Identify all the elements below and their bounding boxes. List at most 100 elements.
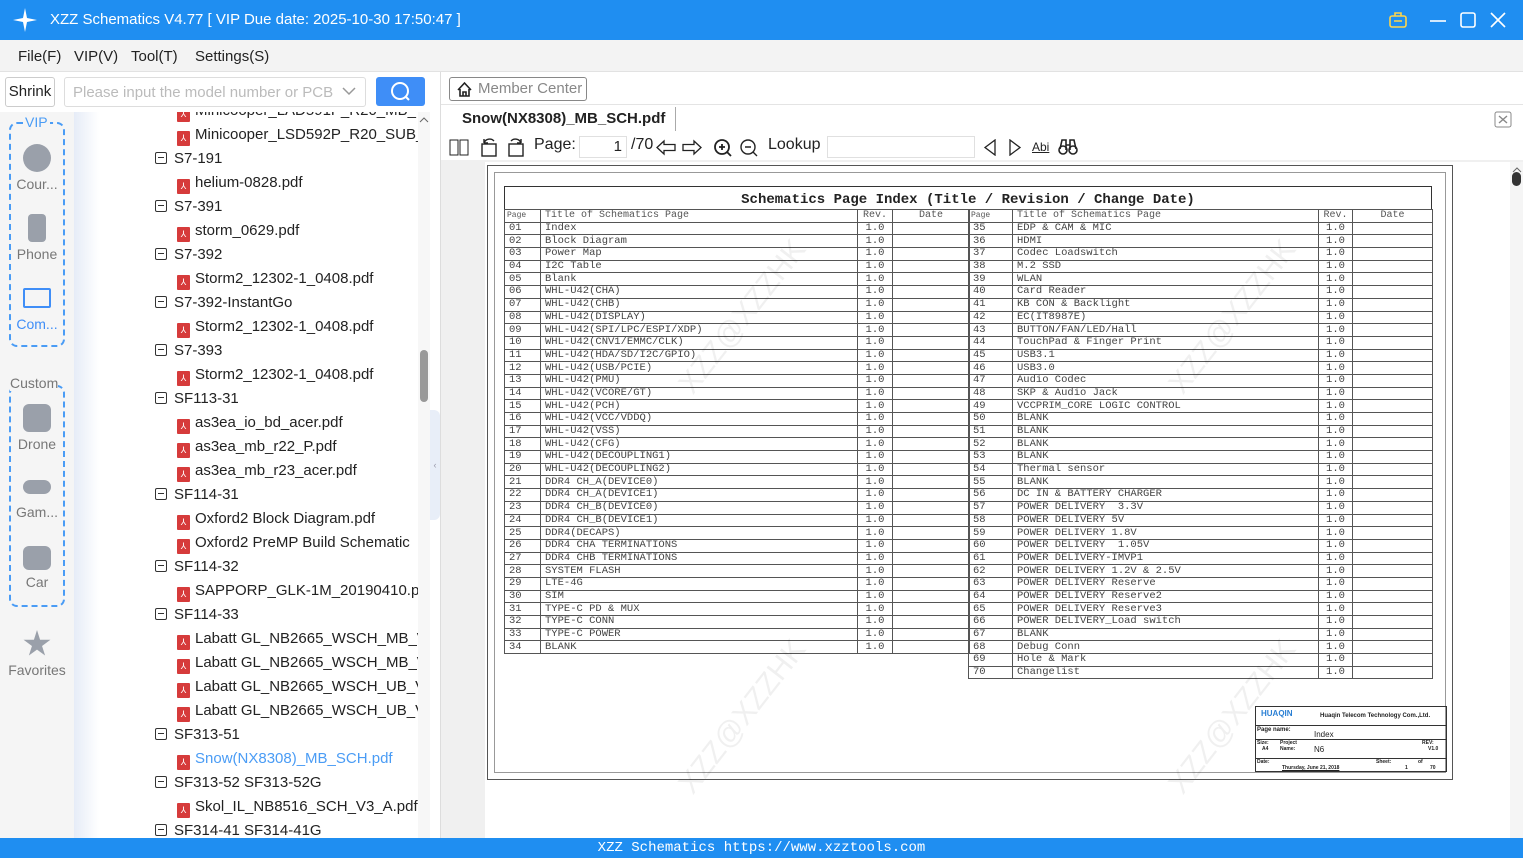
document-scrollbar[interactable] — [1510, 162, 1523, 838]
date-cell — [1352, 602, 1433, 616]
nav-drone[interactable]: Drone — [0, 404, 74, 452]
date-cell — [892, 602, 970, 616]
tree-file[interactable]: ⅄ Oxford2 PreMP Build Schematic — [177, 532, 410, 554]
collapse-icon[interactable] — [155, 248, 167, 260]
close-tab-icon[interactable] — [1494, 111, 1512, 128]
scroll-up-icon[interactable] — [419, 116, 429, 124]
table-row: 55 BLANK 1.0 — [968, 475, 1433, 490]
tree-file[interactable]: ⅄ Storm2_12302-1_0408.pdf — [177, 316, 373, 338]
tree-file[interactable]: ⅄ as3ea_mb_r22_P.pdf — [177, 436, 337, 458]
prev-page-icon[interactable] — [656, 139, 676, 156]
maximize-icon[interactable] — [1460, 12, 1476, 28]
tree-file[interactable]: ⅄ as3ea_io_bd_acer.pdf — [177, 412, 343, 434]
zoom-in-icon[interactable] — [713, 138, 733, 158]
tree-file[interactable]: ⅄ Labatt GL_NB2665_WSCH_MB_V — [177, 652, 427, 674]
collapse-icon[interactable] — [155, 608, 167, 620]
nav-courses[interactable]: Cour... — [0, 144, 74, 192]
tree-group[interactable]: S7-392-InstantGo — [155, 292, 292, 314]
tree-file[interactable]: ⅄ helium-0828.pdf — [177, 172, 303, 194]
title-cell: WHL-U42(VCC/VDDQ) — [540, 412, 858, 426]
tree-label: S7-392 — [174, 246, 223, 263]
collapse-icon[interactable] — [155, 344, 167, 356]
collapse-icon[interactable] — [155, 296, 167, 308]
zoom-out-icon[interactable] — [739, 138, 759, 158]
tree-file[interactable]: ⅄ Oxford2 Block Diagram.pdf — [177, 508, 375, 530]
find-prev-icon[interactable] — [983, 139, 997, 156]
tree-file[interactable]: ⅄ Labatt GL_NB2665_WSCH_MB_V — [177, 628, 427, 650]
tree-group[interactable]: SF114-32 — [155, 556, 239, 578]
nav-phone[interactable]: Phone — [0, 214, 74, 262]
tree-scrollbar[interactable] — [418, 112, 430, 838]
pdf-icon: ⅄ — [177, 803, 190, 818]
tree-file[interactable]: ⅄ as3ea_mb_r23_acer.pdf — [177, 460, 357, 482]
find-next-icon[interactable] — [1008, 139, 1022, 156]
model-search-input[interactable]: Please input the model number or PCB — [64, 77, 366, 107]
document-scroll-thumb[interactable] — [1512, 172, 1521, 186]
collapse-icon[interactable] — [155, 152, 167, 164]
title-cell: POWER DELIVERY 1.05V — [1012, 538, 1319, 553]
next-page-icon[interactable] — [682, 139, 702, 156]
page-cell: 16 — [504, 412, 541, 426]
page-number-input[interactable]: 1 — [579, 136, 627, 158]
binoculars-icon[interactable] — [1058, 138, 1078, 156]
title-cell: SKP & Audio Jack — [1012, 386, 1319, 401]
tree-file[interactable]: ⅄ SAPPORP_GLK-1M_20190410.pdf — [177, 580, 430, 602]
two-page-view-icon[interactable] — [449, 139, 469, 156]
pdf-icon: ⅄ — [177, 659, 190, 674]
tree-file[interactable]: ⅄ Minicooper_LAD591P_R20_MB_ — [177, 112, 416, 122]
nav-favorites[interactable]: Favorites — [0, 630, 74, 678]
date-cell — [892, 551, 970, 566]
rotate-left-icon[interactable] — [479, 137, 499, 157]
search-button[interactable] — [376, 77, 425, 106]
collapse-icon[interactable] — [155, 392, 167, 404]
rotate-right-icon[interactable] — [506, 137, 526, 157]
collapse-icon[interactable] — [155, 728, 167, 740]
collapse-icon[interactable] — [155, 824, 167, 836]
tree-file[interactable]: ⅄ Skol_IL_NB8516_SCH_V3_A.pdf — [177, 796, 418, 818]
tree-group[interactable]: SF114-33 — [155, 604, 239, 626]
minimize-icon[interactable] — [1430, 12, 1446, 28]
page-cell: 04 — [504, 259, 541, 274]
tree-group[interactable]: SF313-52 SF313-52G — [155, 772, 322, 794]
tree-scroll-thumb[interactable] — [420, 350, 428, 402]
menu-settings[interactable]: Settings(S) — [195, 48, 269, 65]
shrink-button[interactable]: Shrink — [5, 77, 55, 107]
tree-file[interactable]: ⅄ Storm2_12302-1_0408.pdf — [177, 364, 373, 386]
tree-group[interactable]: SF314-41 SF314-41G — [155, 820, 322, 838]
collapse-icon[interactable] — [155, 200, 167, 212]
menu-vip[interactable]: VIP(V) — [74, 48, 118, 65]
table-row: 20 WHL-U42(DECOUPLING2) 1.0 — [504, 462, 970, 477]
tree-file[interactable]: ⅄ Labatt GL_NB2665_WSCH_UB_V — [177, 700, 425, 722]
menu-tool[interactable]: Tool(T) — [131, 48, 178, 65]
tree-file[interactable]: ⅄ storm_0629.pdf — [177, 220, 299, 242]
collapse-icon[interactable] — [155, 560, 167, 572]
tab-document[interactable]: Snow(NX8308)_MB_SCH.pdf — [462, 110, 665, 127]
tree-file[interactable]: ⅄ Snow(NX8308)_MB_SCH.pdf — [177, 748, 393, 770]
table-row: 57 POWER DELIVERY 3.3V 1.0 — [968, 500, 1433, 515]
table-row: 31 TYPE-C PD & MUX 1.0 — [504, 602, 970, 616]
tree-file[interactable]: ⅄ Labatt GL_NB2665_WSCH_UB_V — [177, 676, 425, 698]
tree-file[interactable]: ⅄ Storm2_12302-1_0408.pdf — [177, 268, 373, 290]
tree-group[interactable]: S7-391 — [155, 196, 222, 218]
tree-group[interactable]: SF114-31 — [155, 484, 239, 506]
chevron-down-icon[interactable] — [342, 86, 356, 96]
nav-car[interactable]: Car — [0, 546, 74, 590]
match-case-icon[interactable]: Abi — [1032, 140, 1049, 154]
menu-file[interactable]: File(F) — [18, 48, 61, 65]
tree-group[interactable]: S7-191 — [155, 148, 222, 170]
collapse-icon[interactable] — [155, 488, 167, 500]
tree-group[interactable]: S7-393 — [155, 340, 222, 362]
tree-group[interactable]: S7-392 — [155, 244, 222, 266]
tree-file[interactable]: ⅄ Minicooper_LSD592P_R20_SUB_ — [177, 124, 424, 146]
date-cell — [1352, 589, 1433, 604]
member-center-button[interactable]: Member Center — [449, 77, 587, 101]
vip-bag-icon[interactable] — [1389, 12, 1407, 28]
nav-games[interactable]: Gam... — [0, 480, 74, 520]
collapse-panel-handle[interactable]: ‹ — [430, 410, 440, 520]
collapse-icon[interactable] — [155, 776, 167, 788]
tree-group[interactable]: SF113-31 — [155, 388, 239, 410]
nav-computer[interactable]: Com... — [0, 284, 74, 332]
tree-group[interactable]: SF313-51 — [155, 724, 240, 746]
close-icon[interactable] — [1490, 12, 1506, 28]
lookup-input[interactable] — [827, 136, 975, 158]
